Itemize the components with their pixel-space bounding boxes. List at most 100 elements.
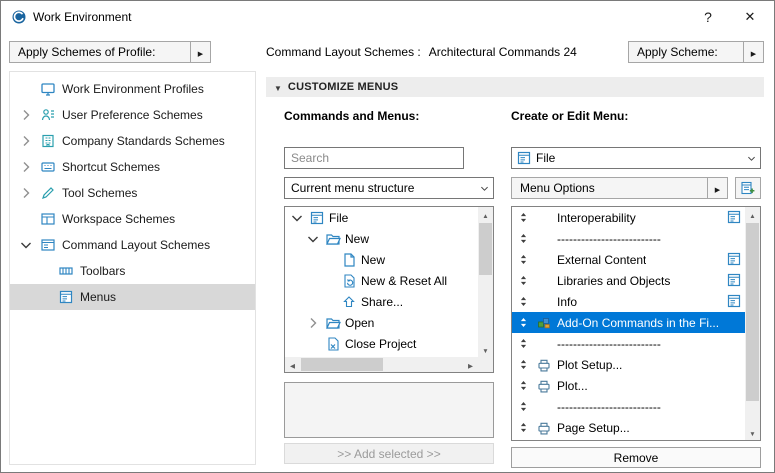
tree-item-close-project[interactable]: Close Project	[285, 333, 493, 354]
tree-item-new-submenu[interactable]: New	[285, 228, 493, 249]
tree-vertical-scrollbar[interactable]	[478, 207, 493, 357]
close-button[interactable]: ✕	[733, 1, 767, 33]
move-updown-icon[interactable]	[517, 211, 530, 224]
sidebar-item-shortcut-schemes[interactable]: Shortcut Schemes	[10, 154, 255, 180]
company-scheme-icon	[40, 133, 56, 149]
sidebar-item-menus[interactable]: Menus	[10, 284, 255, 310]
tree-horizontal-scrollbar[interactable]	[285, 357, 478, 372]
move-updown-icon[interactable]	[517, 295, 530, 308]
icon-slot	[536, 399, 552, 415]
document-reset-icon	[341, 273, 357, 289]
sidebar-item-company-standards-schemes[interactable]: Company Standards Schemes	[10, 128, 255, 154]
new-menu-icon	[740, 180, 756, 196]
menu-row-plot-setup[interactable]: Plot Setup...	[512, 354, 745, 375]
move-updown-icon[interactable]	[517, 337, 530, 350]
chevron-right-icon[interactable]	[18, 159, 34, 175]
icon-slot	[536, 294, 552, 310]
sidebar-item-user-preference-schemes[interactable]: User Preference Schemes	[10, 102, 255, 128]
chevron-down-icon[interactable]	[742, 153, 760, 164]
move-updown-icon[interactable]	[517, 253, 530, 266]
command-description-box	[284, 382, 494, 438]
scrollbar-thumb[interactable]	[301, 358, 383, 371]
sidebar-item-label: Toolbars	[80, 264, 125, 278]
icon-slot	[536, 210, 552, 226]
sidebar-item-work-environment-profiles[interactable]: Work Environment Profiles	[10, 76, 255, 102]
move-updown-icon[interactable]	[517, 316, 530, 329]
flyout-arrow-icon[interactable]	[707, 178, 727, 198]
move-updown-icon[interactable]	[517, 379, 530, 392]
tree-item-share[interactable]: Share...	[285, 291, 493, 312]
apply-schemes-of-profile-button[interactable]: Apply Schemes of Profile:	[9, 41, 211, 63]
triangle-down-icon[interactable]	[274, 80, 282, 94]
tree-item-file[interactable]: File	[285, 207, 493, 228]
menu-row-info[interactable]: Info	[512, 291, 745, 312]
move-updown-icon[interactable]	[517, 400, 530, 413]
chevron-right-icon[interactable]	[18, 185, 34, 201]
menu-row-interoperability[interactable]: Interoperability	[512, 207, 745, 228]
chevron-down-icon[interactable]	[305, 231, 321, 247]
sidebar-item-label: Company Standards Schemes	[62, 134, 225, 148]
menu-row-label: Plot...	[557, 379, 588, 393]
scroll-left-icon[interactable]	[285, 357, 300, 372]
menu-row-plot[interactable]: Plot...	[512, 375, 745, 396]
move-updown-icon[interactable]	[517, 274, 530, 287]
new-menu-button[interactable]	[735, 177, 761, 199]
scrollbar-thumb[interactable]	[746, 223, 759, 401]
chevron-down-icon[interactable]	[289, 210, 305, 226]
menu-row-page-setup[interactable]: Page Setup...	[512, 417, 745, 438]
submenu-icon	[726, 293, 742, 309]
create-or-edit-menu-heading: Create or Edit Menu:	[511, 109, 628, 123]
addon-icon	[536, 315, 552, 331]
sidebar-item-tool-schemes[interactable]: Tool Schemes	[10, 180, 255, 206]
window-title: Work Environment	[33, 1, 131, 33]
menu-structure-value: Current menu structure	[285, 181, 475, 195]
menu-structure-select[interactable]: Current menu structure	[284, 177, 494, 199]
move-updown-icon[interactable]	[517, 421, 530, 434]
menu-options-button[interactable]: Menu Options	[511, 177, 728, 199]
sidebar-item-workspace-schemes[interactable]: Workspace Schemes	[10, 206, 255, 232]
chevron-down-icon[interactable]	[18, 237, 34, 253]
menu-row-libraries-and-objects[interactable]: Libraries and Objects	[512, 270, 745, 291]
list-vertical-scrollbar[interactable]	[745, 207, 760, 440]
menu-row-external-content[interactable]: External Content	[512, 249, 745, 270]
tree-item-new[interactable]: New	[285, 249, 493, 270]
plot-setup-icon	[536, 357, 552, 373]
work-environment-dialog: Work Environment ? ✕ Apply Schemes of Pr…	[0, 0, 775, 473]
separator-row[interactable]: --------------------------	[512, 228, 745, 249]
title-bar: Work Environment ? ✕	[1, 1, 774, 33]
help-button[interactable]: ?	[693, 1, 723, 33]
scroll-up-icon[interactable]	[478, 207, 493, 222]
sidebar-item-label: Menus	[80, 290, 116, 304]
apply-scheme-button[interactable]: Apply Scheme:	[628, 41, 764, 63]
scroll-right-icon[interactable]	[463, 357, 478, 372]
remove-button[interactable]: Remove	[511, 447, 761, 468]
scrollbar-thumb[interactable]	[479, 223, 492, 275]
chevron-right-icon[interactable]	[305, 315, 321, 331]
sidebar: Work Environment Profiles User Preferenc…	[9, 71, 256, 465]
flyout-arrow-icon[interactable]	[190, 42, 210, 62]
chevron-right-icon[interactable]	[18, 133, 34, 149]
sidebar-item-toolbars[interactable]: Toolbars	[10, 258, 255, 284]
folder-open-icon	[325, 315, 341, 331]
new-submenu-icon	[325, 231, 341, 247]
chevron-down-icon[interactable]	[475, 183, 493, 194]
scroll-down-icon[interactable]	[745, 425, 760, 440]
move-updown-icon[interactable]	[517, 232, 530, 245]
chevron-right-icon[interactable]	[18, 107, 34, 123]
add-selected-button[interactable]: >> Add selected >>	[284, 443, 494, 464]
menu-row-add-on-commands[interactable]: Add-On Commands in the Fi...	[512, 312, 745, 333]
flyout-arrow-icon[interactable]	[743, 42, 763, 62]
menu-row-label: Page Setup...	[557, 421, 630, 435]
customize-menus-section-bar[interactable]: CUSTOMIZE MENUS	[266, 77, 764, 97]
tree-item-label: Close Project	[345, 337, 416, 351]
separator-row[interactable]: --------------------------	[512, 396, 745, 417]
separator-row[interactable]: --------------------------	[512, 333, 745, 354]
search-input[interactable]	[284, 147, 464, 169]
move-updown-icon[interactable]	[517, 358, 530, 371]
tree-item-open[interactable]: Open	[285, 312, 493, 333]
sidebar-item-command-layout-schemes[interactable]: Command Layout Schemes	[10, 232, 255, 258]
scroll-down-icon[interactable]	[478, 342, 493, 357]
tree-item-new-reset-all[interactable]: New & Reset All	[285, 270, 493, 291]
scroll-up-icon[interactable]	[745, 207, 760, 222]
edit-menu-select[interactable]: File	[511, 147, 761, 169]
